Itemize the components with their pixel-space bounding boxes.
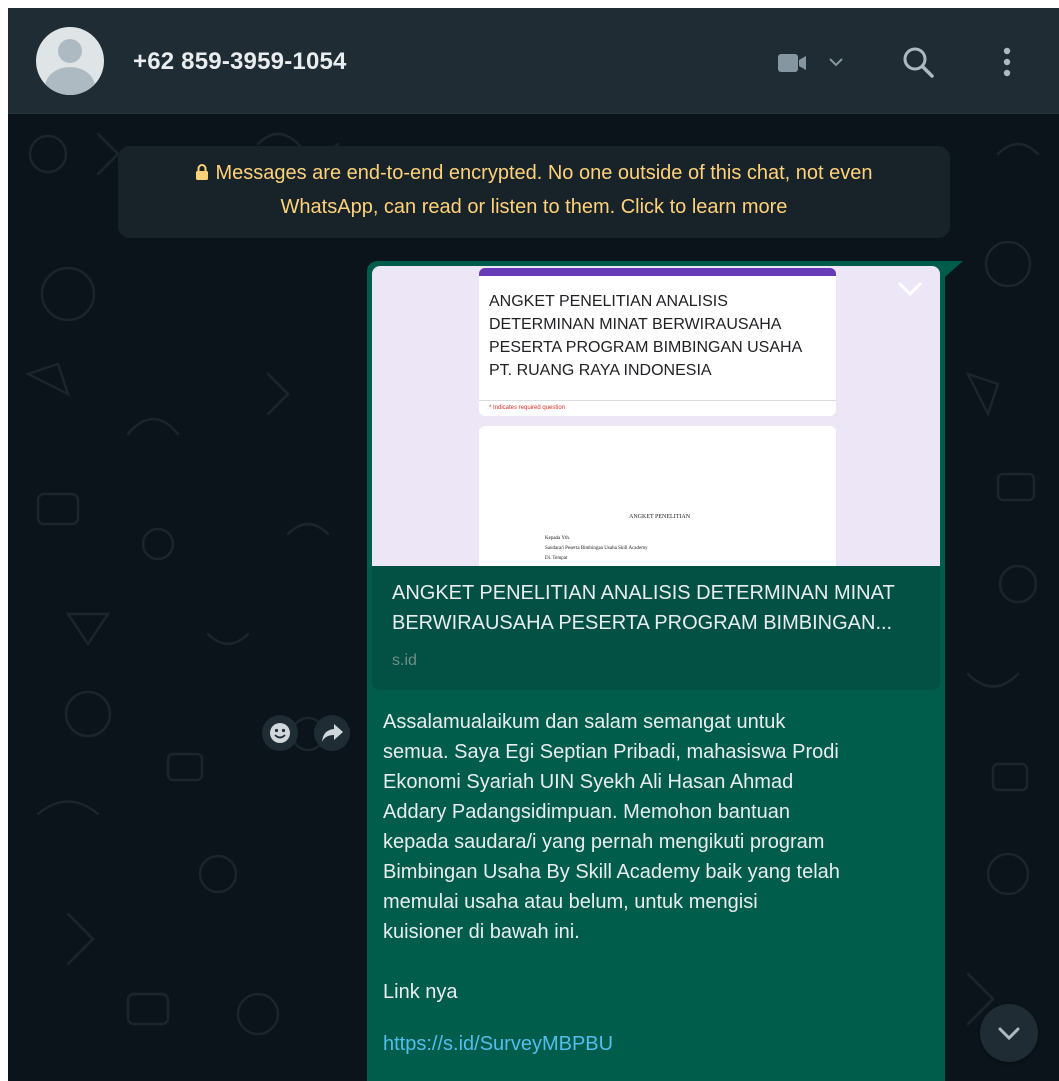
message-link[interactable]: https://s.id/SurveyMBPBU [383,1033,613,1056]
doc-heading: ANGKET PENELITIAN [629,514,691,520]
chat-header: +62 859-3959-1054 [8,8,1059,114]
react-emoji-button[interactable] [262,715,298,751]
doc-line: Kepada Yth. [545,536,571,541]
video-call-icon[interactable] [778,50,850,76]
contact-name[interactable]: +62 859-3959-1054 [133,48,347,76]
bubble-tail [945,261,963,277]
message-body: Assalamualaikum dan salam semangat untuk… [383,711,840,1003]
chevron-down-icon [998,1027,1020,1041]
link-preview-domain: s.id [392,652,417,669]
chat-window: +62 859-3959-1054 Messages are end-to-en… [8,8,1059,1081]
doc-line: Di. Tempat [545,556,568,561]
form-header-card: ANGKET PENELITIAN ANALISIS DETERMINAN MI… [479,268,836,416]
search-icon[interactable] [900,44,936,80]
encryption-line-2: WhatsApp, can read or listen to them. Cl… [280,196,788,218]
smiley-icon [270,723,290,743]
forward-button[interactable] [314,715,350,751]
scroll-to-bottom-button[interactable] [980,1004,1038,1062]
form-document-card: ANGKET PENELITIAN Kepada Yth. Saudara/i … [479,426,836,566]
lock-icon [196,164,209,180]
menu-dots-icon[interactable] [992,44,1022,80]
forward-arrow-icon [322,724,343,742]
outgoing-message-bubble[interactable]: ANGKET PENELITIAN ANALISIS DETERMINAN MI… [367,261,945,1081]
link-preview-card[interactable]: ANGKET PENELITIAN ANALISIS DETERMINAN MI… [372,266,940,690]
chevron-down-icon [829,58,843,67]
chevron-down-icon[interactable] [892,276,928,304]
link-preview-title: ANGKET PENELITIAN ANALISIS DETERMINAN MI… [392,582,895,634]
encryption-notice[interactable]: Messages are end-to-end encrypted. No on… [118,146,950,238]
encryption-line-1: Messages are end-to-end encrypted. No on… [215,162,873,184]
link-preview-image: ANGKET PENELITIAN ANALISIS DETERMINAN MI… [372,266,940,566]
form-divider [479,400,836,401]
default-avatar-icon[interactable] [36,27,104,95]
form-title: ANGKET PENELITIAN ANALISIS DETERMINAN MI… [489,293,803,379]
form-required-note: * Indicates required question [489,405,566,411]
doc-line: Saudara/i Peserta Bimbingan Usaha Skill … [545,546,648,551]
